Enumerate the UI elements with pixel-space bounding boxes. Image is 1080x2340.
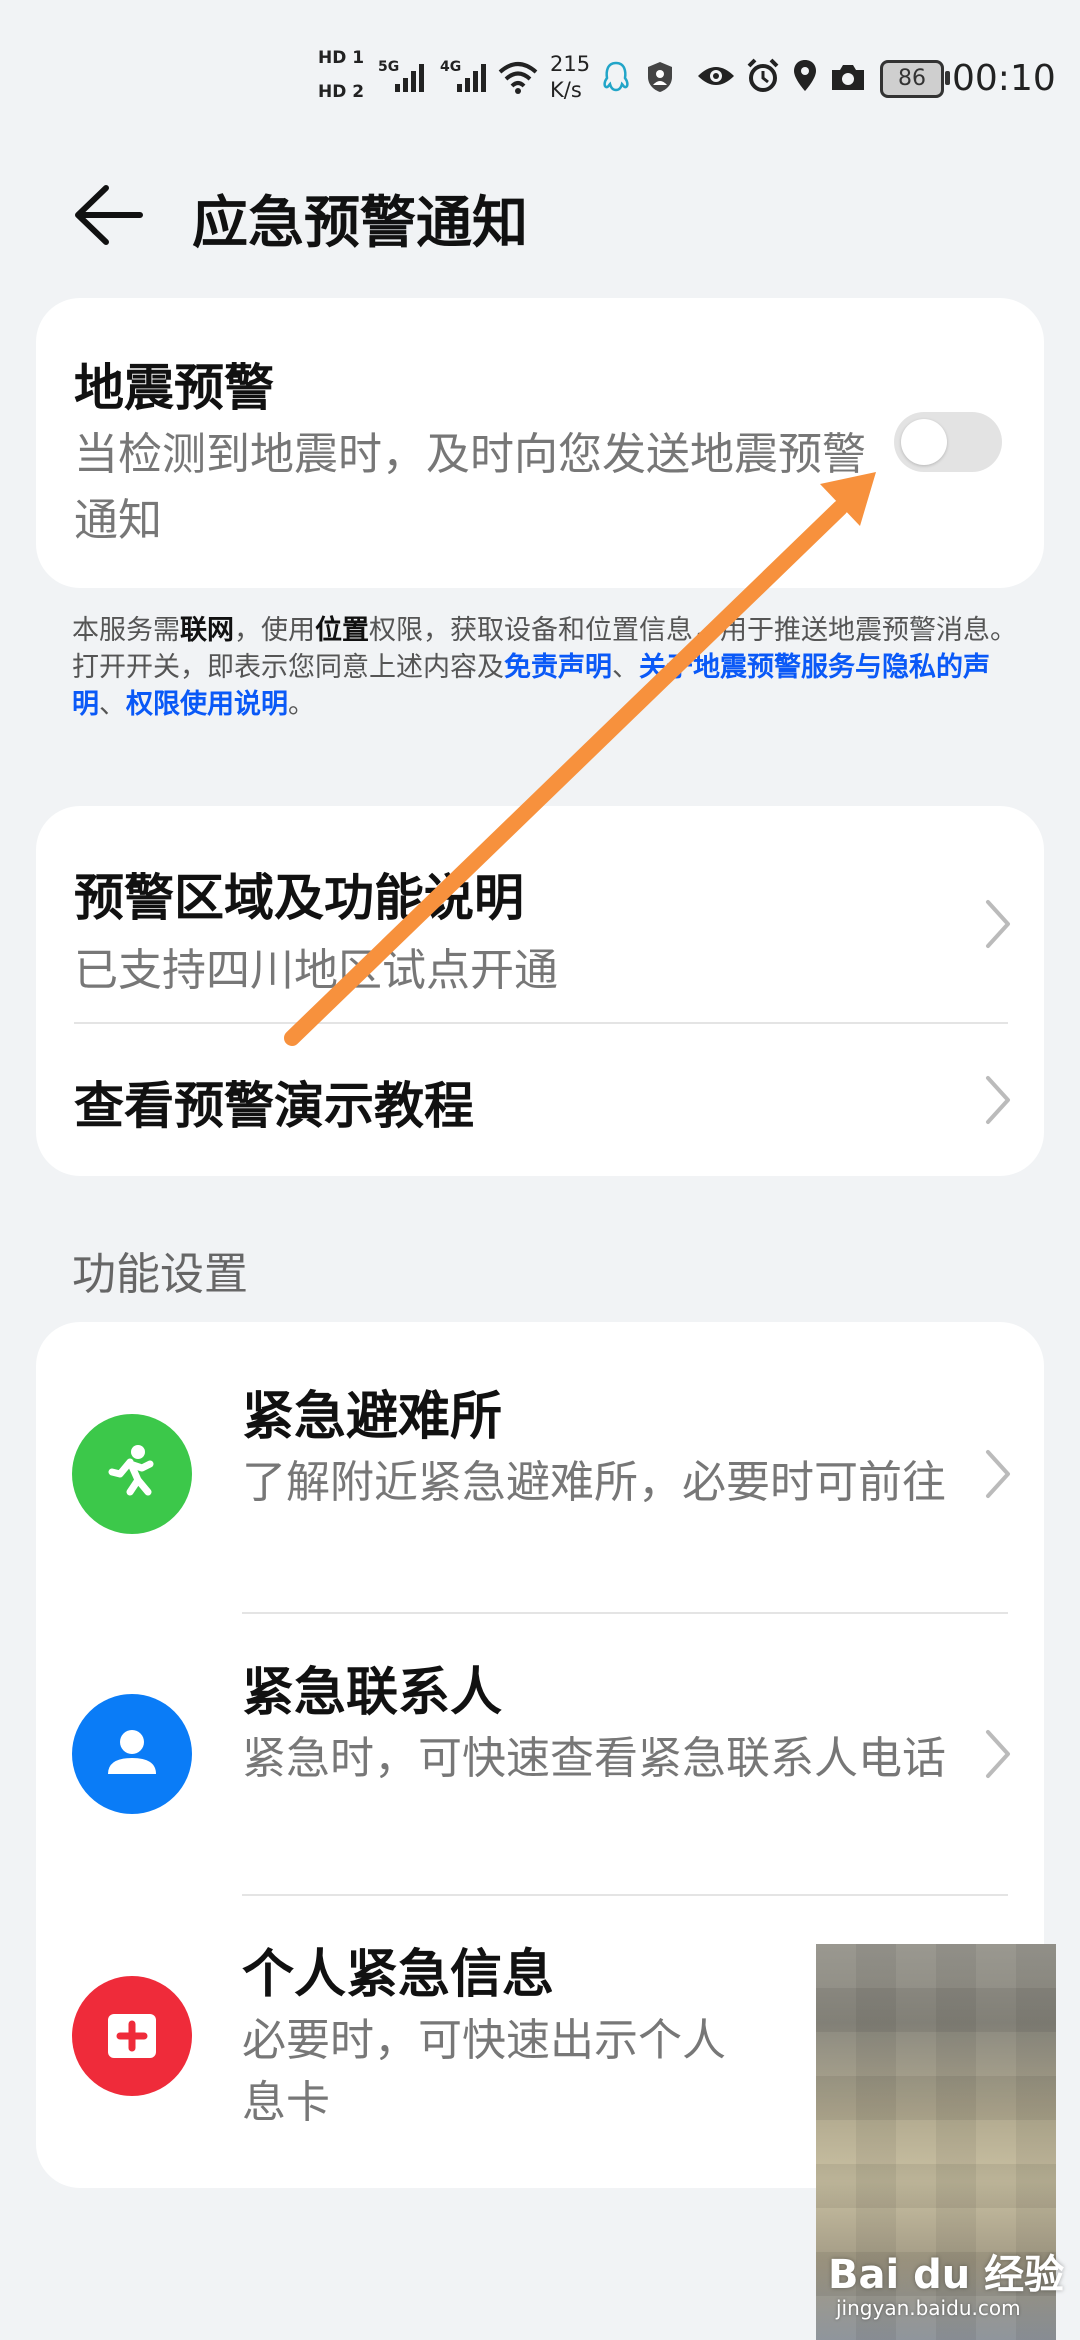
watermark-brand: Bai du 经验 bbox=[828, 2252, 1065, 2298]
disclaimer-link[interactable]: 免责声明 bbox=[504, 652, 612, 683]
region-info-row[interactable]: 预警区域及功能说明 已支持四川地区试点开通 bbox=[36, 806, 1044, 1022]
emergency-contacts-description: 紧急时，可快速查看紧急联系人电话 bbox=[242, 1733, 946, 1784]
back-arrow-icon[interactable] bbox=[70, 180, 150, 250]
shelter-description: 了解附近紧急避难所，必要时可前往 bbox=[242, 1457, 946, 1508]
notice-bold-network: 联网 bbox=[180, 615, 234, 646]
chevron-right-icon bbox=[986, 1450, 1010, 1498]
wifi-icon bbox=[498, 62, 538, 94]
notice-text: 本服务需 bbox=[72, 615, 180, 646]
emergency-contacts-title: 紧急联系人 bbox=[242, 1663, 503, 1723]
camera-icon bbox=[832, 65, 864, 90]
alarm-icon bbox=[747, 58, 779, 92]
earthquake-warning-card: 地震预警 当检测到地震时，及时向您发送地震预警通知 bbox=[36, 298, 1044, 588]
chevron-right-icon bbox=[986, 1076, 1010, 1124]
shield-icon bbox=[648, 62, 672, 92]
personal-emergency-info-title: 个人紧急信息 bbox=[242, 1945, 555, 2005]
earthquake-warning-description: 当检测到地震时，及时向您发送地震预警通知 bbox=[74, 429, 866, 546]
notice-text: ，使用 bbox=[234, 615, 315, 646]
net-speed-value: 215 bbox=[550, 52, 591, 76]
tutorial-row[interactable]: 查看预警演示教程 bbox=[36, 1024, 1044, 1176]
chevron-right-icon bbox=[986, 900, 1010, 948]
emergency-contacts-row[interactable]: 紧急联系人 紧急时，可快速查看紧急联系人电话 bbox=[36, 1614, 1044, 1894]
clock-time: 00:10 bbox=[952, 58, 1056, 99]
permission-usage-link[interactable]: 权限使用说明 bbox=[126, 689, 288, 720]
signal-1-icon bbox=[395, 64, 424, 92]
notice-separator: 、 bbox=[612, 652, 639, 683]
hd2-label: HD 2 bbox=[318, 82, 365, 102]
page-title: 应急预警通知 bbox=[192, 191, 528, 256]
earthquake-warning-toggle[interactable] bbox=[894, 412, 1002, 472]
service-notice: 本服务需联网，使用位置权限，获取设备和位置信息，用于推送地震预警消息。打开开关，… bbox=[72, 612, 1022, 723]
status-bar: HD 1 HD 2 5G 4G 215 K/s 86 00:10 bbox=[0, 0, 1080, 150]
location-icon bbox=[794, 60, 816, 91]
shelter-row[interactable]: 紧急避难所 了解附近紧急避难所，必要时可前往 bbox=[36, 1322, 1044, 1612]
toggle-knob bbox=[901, 419, 947, 465]
region-info-subtitle: 已支持四川地区试点开通 bbox=[74, 945, 558, 996]
hd1-label: HD 1 bbox=[318, 48, 365, 68]
medical-cross-icon bbox=[72, 1976, 192, 2096]
signal-2-icon bbox=[457, 64, 486, 92]
notice-separator: 、 bbox=[99, 689, 126, 720]
shelter-title: 紧急避难所 bbox=[242, 1387, 503, 1447]
qq-notification-icon bbox=[603, 61, 629, 92]
notice-bold-location: 位置 bbox=[315, 615, 369, 646]
battery-icon: 86 bbox=[880, 60, 950, 98]
person-icon bbox=[72, 1694, 192, 1814]
eye-icon bbox=[698, 67, 734, 85]
tutorial-title: 查看预警演示教程 bbox=[74, 1077, 474, 1135]
chevron-right-icon bbox=[986, 1730, 1010, 1778]
earthquake-warning-title: 地震预警 bbox=[74, 359, 274, 417]
region-info-title: 预警区域及功能说明 bbox=[74, 869, 524, 927]
net-speed-unit: K/s bbox=[550, 78, 582, 102]
section-title: 功能设置 bbox=[72, 1249, 248, 1300]
notice-end: 。 bbox=[288, 689, 315, 720]
info-card: 预警区域及功能说明 已支持四川地区试点开通 查看预警演示教程 bbox=[36, 806, 1044, 1176]
watermark-url: jingyan.baidu.com bbox=[836, 2296, 1021, 2320]
running-person-icon bbox=[72, 1414, 192, 1534]
